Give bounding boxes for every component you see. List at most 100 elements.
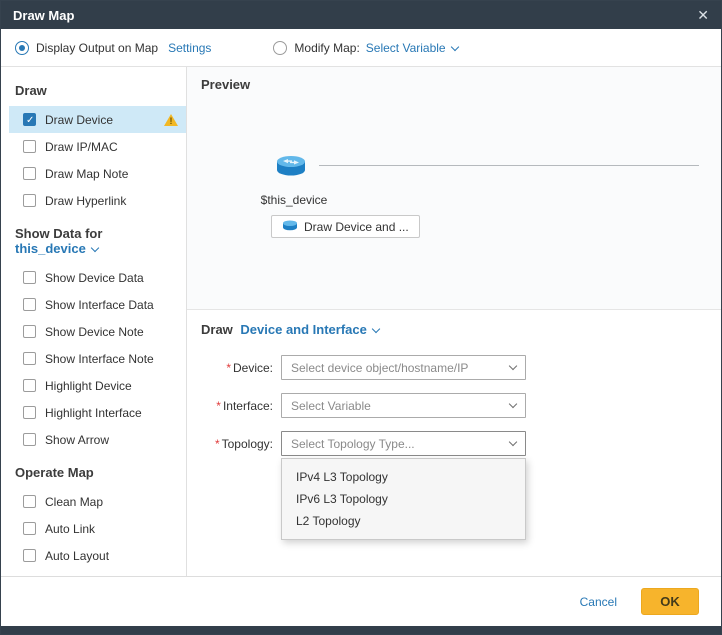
sidebar-item-label: Show Interface Data	[45, 298, 154, 312]
close-icon[interactable]: ✕	[697, 7, 709, 24]
radio-modify-map[interactable]: Modify Map:	[273, 41, 359, 55]
interface-field-row: *Interface: Select Variable	[201, 393, 721, 418]
sidebar-item-highlight-device[interactable]: Highlight Device	[9, 372, 186, 399]
device-field-row: *Device: Select device object/hostname/I…	[201, 355, 721, 380]
sidebar-item-label: Draw Map Note	[45, 167, 128, 181]
device-icon	[282, 219, 298, 234]
checkbox-icon[interactable]	[23, 406, 36, 419]
chevron-down-icon	[450, 42, 458, 50]
chevron-down-icon	[509, 362, 517, 370]
sidebar-item-label: Show Interface Note	[45, 352, 154, 366]
checkbox-checked-icon[interactable]	[23, 113, 36, 126]
sidebar-item-show-interface-note[interactable]: Show Interface Note	[9, 345, 186, 372]
checkbox-icon[interactable]	[23, 298, 36, 311]
radio-display-output-label: Display Output on Map	[36, 41, 158, 55]
main-panel: Preview $this_device	[187, 67, 721, 576]
checkbox-icon[interactable]	[23, 522, 36, 535]
topology-select-value: Select Topology Type...	[291, 437, 415, 451]
checkbox-icon[interactable]	[23, 325, 36, 338]
settings-link[interactable]: Settings	[168, 41, 211, 55]
dropdown-option-ipv6-l3[interactable]: IPv6 L3 Topology	[282, 488, 525, 510]
this-device-variable-select[interactable]: this_device	[15, 241, 98, 256]
required-marker: *	[226, 361, 231, 375]
preview-panel: Preview $this_device	[187, 67, 721, 310]
preview-title: Preview	[201, 77, 250, 92]
draw-device-preview-button-label: Draw Device and ...	[304, 220, 409, 234]
sidebar-item-label: Show Device Data	[45, 271, 144, 285]
dialog-footer: Cancel OK	[1, 576, 721, 626]
sidebar-item-label: Draw IP/MAC	[45, 140, 118, 154]
chevron-down-icon	[91, 244, 99, 252]
device-variable-label: $this_device	[239, 193, 349, 207]
draw-device-preview-button[interactable]: Draw Device and ...	[271, 215, 420, 238]
device-field-label: *Device:	[201, 361, 273, 375]
interface-select-value: Select Variable	[291, 399, 371, 413]
sidebar-item-draw-map-note[interactable]: Draw Map Note	[9, 160, 186, 187]
sidebar-item-highlight-interface[interactable]: Highlight Interface	[9, 399, 186, 426]
router-device-icon	[275, 153, 307, 182]
sidebar-item-label: Show Device Note	[45, 325, 144, 339]
device-and-interface-select[interactable]: Device and Interface	[240, 322, 378, 337]
chevron-down-icon	[509, 438, 517, 446]
chevron-down-icon	[372, 325, 380, 333]
link-line	[319, 165, 699, 166]
sidebar-item-draw-hyperlink[interactable]: Draw Hyperlink	[9, 187, 186, 214]
required-marker: *	[215, 437, 220, 451]
chevron-down-icon	[509, 400, 517, 408]
checkbox-icon[interactable]	[23, 194, 36, 207]
sidebar-item-auto-layout[interactable]: Auto Layout	[9, 542, 186, 569]
sidebar-item-auto-link[interactable]: Auto Link	[9, 515, 186, 542]
topology-dropdown-list: IPv4 L3 Topology IPv6 L3 Topology L2 Top…	[281, 458, 526, 540]
radio-unselected-icon	[273, 41, 287, 55]
radio-display-output-on-map[interactable]: Display Output on Map	[15, 41, 158, 55]
device-select[interactable]: Select device object/hostname/IP	[281, 355, 526, 380]
options-sidebar: Draw Draw Device Draw IP/MAC Draw Map No…	[1, 67, 187, 576]
cancel-button[interactable]: Cancel	[580, 595, 617, 609]
draw-section-header: Draw	[1, 71, 186, 106]
sidebar-item-label: Auto Layout	[45, 549, 109, 563]
checkbox-icon[interactable]	[23, 379, 36, 392]
operate-map-section-header: Operate Map	[1, 453, 186, 488]
dropdown-option-l2[interactable]: L2 Topology	[282, 510, 525, 532]
device-select-value: Select device object/hostname/IP	[291, 361, 468, 375]
sidebar-item-clean-map[interactable]: Clean Map	[9, 488, 186, 515]
sidebar-item-label: Highlight Interface	[45, 406, 142, 420]
sidebar-item-show-arrow[interactable]: Show Arrow	[9, 426, 186, 453]
sidebar-item-label: Clean Map	[45, 495, 103, 509]
draw-form-title: Draw Device and Interface	[201, 322, 721, 337]
radio-modify-map-label: Modify Map:	[294, 41, 359, 55]
checkbox-icon[interactable]	[23, 140, 36, 153]
window-bottom-edge	[1, 626, 721, 634]
mode-toolbar: Display Output on Map Settings Modify Ma…	[1, 29, 721, 67]
show-data-section-header: Show Data for this_device	[1, 214, 186, 264]
checkbox-icon[interactable]	[23, 549, 36, 562]
dropdown-option-ipv4-l3[interactable]: IPv4 L3 Topology	[282, 466, 525, 488]
sidebar-item-label: Highlight Device	[45, 379, 132, 393]
sidebar-item-show-device-data[interactable]: Show Device Data	[9, 264, 186, 291]
sidebar-item-draw-ip-mac[interactable]: Draw IP/MAC	[9, 133, 186, 160]
ok-button[interactable]: OK	[641, 588, 699, 615]
checkbox-icon[interactable]	[23, 433, 36, 446]
dialog-titlebar: Draw Map ✕	[1, 1, 721, 29]
dialog-title: Draw Map	[13, 8, 74, 23]
modify-map-variable-select[interactable]: Select Variable	[366, 41, 458, 55]
sidebar-item-label: Draw Hyperlink	[45, 194, 126, 208]
warning-icon	[164, 114, 178, 126]
interface-select[interactable]: Select Variable	[281, 393, 526, 418]
draw-form-section: Draw Device and Interface *Device: Selec…	[187, 310, 721, 576]
topology-field-row: *Topology: Select Topology Type...	[201, 431, 721, 456]
required-marker: *	[216, 399, 221, 413]
dialog-body: Draw Draw Device Draw IP/MAC Draw Map No…	[1, 67, 721, 576]
sidebar-item-label: Draw Device	[45, 113, 113, 127]
interface-field-label: *Interface:	[201, 399, 273, 413]
checkbox-icon[interactable]	[23, 352, 36, 365]
draw-map-dialog: Draw Map ✕ Display Output on Map Setting…	[0, 0, 722, 635]
topology-select[interactable]: Select Topology Type...	[281, 431, 526, 456]
sidebar-item-draw-device[interactable]: Draw Device	[9, 106, 186, 133]
checkbox-icon[interactable]	[23, 271, 36, 284]
checkbox-icon[interactable]	[23, 167, 36, 180]
sidebar-item-show-device-note[interactable]: Show Device Note	[9, 318, 186, 345]
sidebar-item-label: Auto Link	[45, 522, 95, 536]
checkbox-icon[interactable]	[23, 495, 36, 508]
sidebar-item-show-interface-data[interactable]: Show Interface Data	[9, 291, 186, 318]
